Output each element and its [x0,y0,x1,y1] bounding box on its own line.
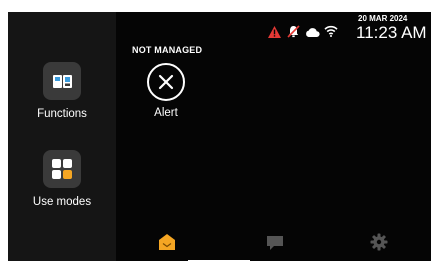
wifi-icon [324,25,338,37]
sidebar-item-use-modes[interactable]: Use modes [8,150,116,208]
close-x-icon [158,74,174,90]
warning-icon [268,26,281,38]
not-managed-badge: NOT MANAGED [132,45,203,55]
alert-label: Alert [154,107,178,119]
alert-button[interactable] [147,63,185,101]
sidebar-item-label: Functions [37,108,87,120]
cloud-icon [306,28,320,37]
message-icon[interactable] [266,235,284,251]
status-time: 11:23 AM [356,23,427,42]
home-icon[interactable] [158,233,176,251]
modes-grid-icon [43,150,81,188]
intercom-devices-icon [43,62,81,100]
sidebar: Functions Use modes [8,12,116,261]
status-date: 20 MAR 2024 [358,14,408,23]
sidebar-item-functions[interactable]: Functions [8,62,116,120]
sidebar-item-label: Use modes [32,196,92,208]
intercom-screen: Functions Use modes 20 MAR 2024 11:23 AM… [8,12,431,262]
gear-icon[interactable] [370,233,388,251]
notifications-muted-icon [287,25,300,38]
